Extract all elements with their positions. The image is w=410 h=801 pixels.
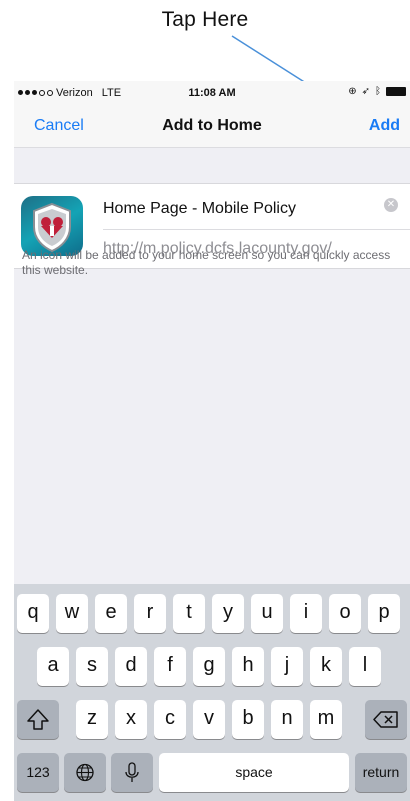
key-j[interactable]: j bbox=[271, 647, 303, 686]
helper-text: An icon will be added to your home scree… bbox=[22, 248, 391, 277]
globe-key[interactable] bbox=[64, 753, 106, 792]
battery-icon bbox=[386, 87, 406, 96]
space-key[interactable]: space bbox=[159, 753, 349, 792]
key-y[interactable]: y bbox=[212, 594, 244, 633]
numbers-key[interactable]: 123 bbox=[17, 753, 59, 792]
delete-key[interactable] bbox=[365, 700, 407, 739]
key-d[interactable]: d bbox=[115, 647, 147, 686]
location-icon: ➶ bbox=[361, 86, 370, 97]
status-bar: Verizon LTE 11:08 AM ⊕ ➶ ᛒ bbox=[14, 81, 410, 105]
bluetooth-icon: ᛒ bbox=[375, 86, 381, 97]
globe-icon bbox=[76, 763, 94, 782]
key-s[interactable]: s bbox=[76, 647, 108, 686]
divider bbox=[103, 229, 410, 230]
key-t[interactable]: t bbox=[173, 594, 205, 633]
key-x[interactable]: x bbox=[115, 700, 147, 739]
key-h[interactable]: h bbox=[232, 647, 264, 686]
key-g[interactable]: g bbox=[193, 647, 225, 686]
key-k[interactable]: k bbox=[310, 647, 342, 686]
status-icons: ⊕ ➶ ᛒ bbox=[348, 86, 406, 97]
annotation-label: Tap Here bbox=[161, 8, 249, 31]
key-e[interactable]: e bbox=[95, 594, 127, 633]
shift-key[interactable] bbox=[17, 700, 59, 739]
bookmark-title-field[interactable] bbox=[103, 196, 373, 222]
keyboard: q w e r t y u i o p a s d f g h j k l z … bbox=[14, 584, 410, 801]
key-l[interactable]: l bbox=[349, 647, 381, 686]
key-w[interactable]: w bbox=[56, 594, 88, 633]
key-b[interactable]: b bbox=[232, 700, 264, 739]
add-button[interactable]: Add bbox=[369, 117, 400, 135]
key-z[interactable]: z bbox=[76, 700, 108, 739]
return-key[interactable]: return bbox=[355, 753, 407, 792]
key-o[interactable]: o bbox=[329, 594, 361, 633]
key-f[interactable]: f bbox=[154, 647, 186, 686]
key-m[interactable]: m bbox=[310, 700, 342, 739]
key-p[interactable]: p bbox=[368, 594, 400, 633]
app-icon bbox=[21, 196, 83, 256]
phone-screen: Verizon LTE 11:08 AM ⊕ ➶ ᛒ Cancel Add to… bbox=[14, 81, 410, 801]
clear-text-button[interactable]: ✕ bbox=[384, 198, 398, 212]
backspace-icon bbox=[373, 711, 398, 728]
microphone-icon bbox=[125, 762, 139, 782]
key-u[interactable]: u bbox=[251, 594, 283, 633]
dictation-key[interactable] bbox=[111, 753, 153, 792]
key-i[interactable]: i bbox=[290, 594, 322, 633]
orientation-lock-icon: ⊕ bbox=[348, 86, 357, 97]
key-q[interactable]: q bbox=[17, 594, 49, 633]
page-title: Add to Home bbox=[162, 117, 262, 134]
shift-icon bbox=[27, 709, 49, 730]
key-n[interactable]: n bbox=[271, 700, 303, 739]
navigation-bar: Cancel Add to Home Add bbox=[14, 105, 410, 148]
key-v[interactable]: v bbox=[193, 700, 225, 739]
key-a[interactable]: a bbox=[37, 647, 69, 686]
key-c[interactable]: c bbox=[154, 700, 186, 739]
key-r[interactable]: r bbox=[134, 594, 166, 633]
